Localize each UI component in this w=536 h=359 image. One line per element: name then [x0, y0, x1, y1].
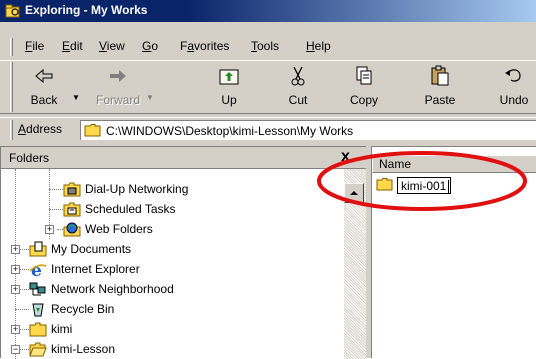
folders-header: Folders x [1, 147, 367, 169]
scroll-up-button[interactable] [344, 183, 364, 203]
tree-connector [15, 309, 29, 310]
address-bar: Address C:\WINDOWS\Desktop\kimi-Lesson\M… [0, 117, 536, 141]
explorer-window: Exploring - My Works File Edit View Go F… [0, 0, 536, 359]
tree-expand-internet-explorer[interactable]: + [11, 265, 20, 274]
undo-label: Undo [499, 93, 529, 107]
cut-button[interactable]: Cut [266, 65, 330, 111]
undo-icon [505, 69, 521, 82]
address-path: C:\WINDOWS\Desktop\kimi-Lesson\My Works [106, 124, 354, 138]
cut-label: Cut [288, 93, 308, 107]
file-list-pane: Name kimi-001 [371, 146, 536, 358]
close-folders-icon[interactable]: x [341, 148, 350, 166]
tree-connector [20, 289, 29, 290]
web-folders-icon [63, 222, 81, 237]
arrow-up-icon [350, 191, 358, 195]
column-header-name[interactable]: Name [372, 155, 536, 173]
menu-go[interactable]: Go [142, 39, 158, 53]
forward-dropdown-icon[interactable]: ▼ [146, 93, 154, 102]
paste-label: Paste [424, 93, 456, 107]
menu-edit[interactable]: Edit [62, 39, 83, 53]
copy-label: Copy [349, 93, 378, 107]
scissors-icon [291, 66, 305, 86]
menu-tools[interactable]: Tools [251, 39, 279, 53]
window-title: Exploring - My Works [25, 3, 148, 17]
folder-icon [29, 322, 47, 337]
copy-button[interactable]: Copy [332, 65, 396, 111]
forward-label: Forward [95, 93, 140, 107]
tree-expand-kimi[interactable]: + [11, 325, 20, 334]
my-documents-icon [29, 241, 47, 257]
paste-clipboard-icon [431, 65, 449, 86]
text-caret [448, 180, 449, 193]
tree-connector [20, 269, 29, 270]
main-area: Folders x Dial-Up Networking Scheduled T… [0, 146, 536, 359]
menu-favorites[interactable]: Favorites [180, 39, 229, 53]
menu-help[interactable]: Help [306, 39, 331, 53]
undo-button[interactable]: Undo [482, 65, 536, 111]
scheduled-tasks-icon [63, 202, 81, 217]
tree-connector [49, 189, 63, 190]
file-item-kimi-001[interactable]: kimi-001 [372, 175, 536, 195]
folder-icon [84, 124, 101, 137]
paste-button[interactable]: Paste [408, 65, 472, 111]
explorer-app-icon [5, 4, 20, 18]
folders-pane: Folders x Dial-Up Networking Scheduled T… [0, 146, 367, 359]
folders-title: Folders [9, 151, 50, 165]
address-label: Address [18, 122, 63, 136]
back-label: Back [30, 93, 58, 107]
tree-connector [20, 329, 29, 330]
up-folder-icon [219, 69, 239, 85]
column-name-label: Name [379, 157, 412, 171]
forward-button[interactable]: Forward [86, 65, 150, 111]
tree-expand-network-neighborhood[interactable]: + [11, 285, 20, 294]
folders-scrollbar[interactable] [344, 169, 366, 359]
folder-open-icon [29, 342, 47, 357]
up-label: Up [221, 93, 237, 107]
address-field[interactable]: C:\WINDOWS\Desktop\kimi-Lesson\My Works [80, 120, 536, 140]
menu-view[interactable]: View [99, 39, 125, 53]
back-dropdown-icon[interactable]: ▼ [72, 93, 80, 102]
standard-toolbar: Back ▼ Forward ▼ Up Cut Copy Paste Undo [0, 60, 536, 114]
up-button[interactable]: Up [197, 65, 261, 111]
title-bar[interactable]: Exploring - My Works [0, 0, 536, 22]
dialup-networking-icon [63, 182, 81, 197]
tree-connector [20, 349, 29, 350]
tree-connector [49, 209, 63, 210]
menu-bar: File Edit View Go Favorites Tools Help [0, 36, 536, 58]
recycle-bin-icon [32, 303, 44, 317]
internet-explorer-icon: e [29, 261, 47, 277]
back-arrow-icon [35, 68, 53, 84]
tree-expand-my-documents[interactable]: + [11, 245, 20, 254]
menu-file[interactable]: File [25, 39, 44, 53]
forward-arrow-icon [110, 70, 126, 82]
tree-collapse-kimi-lesson[interactable]: − [11, 345, 20, 354]
rename-input[interactable]: kimi-001 [397, 177, 451, 194]
copy-icon [356, 66, 372, 85]
back-button[interactable]: Back [12, 65, 76, 111]
network-neighborhood-icon [29, 282, 46, 296]
folder-tree: Dial-Up Networking Scheduled Tasks + Web… [1, 169, 346, 359]
folder-icon [376, 178, 393, 191]
tree-expand-web-folders[interactable]: + [45, 225, 54, 234]
